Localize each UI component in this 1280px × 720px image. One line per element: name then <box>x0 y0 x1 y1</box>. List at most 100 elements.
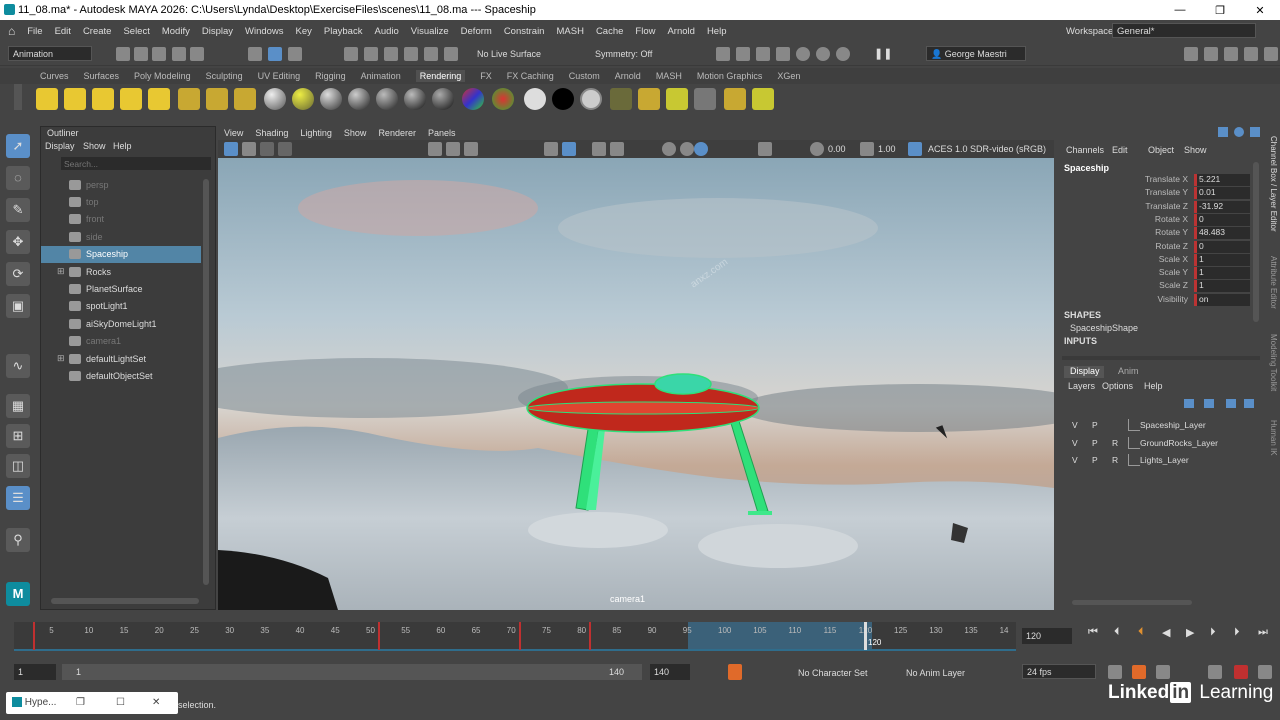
menu-audio[interactable]: Audio <box>374 26 398 37</box>
outliner-item[interactable]: front <box>41 211 201 228</box>
xray-icon[interactable] <box>758 142 772 156</box>
select-camera-icon[interactable] <box>224 142 238 156</box>
keyframe-tick[interactable] <box>378 622 380 650</box>
lambert-sphere-icon[interactable] <box>320 88 342 110</box>
menu-create[interactable]: Create <box>83 26 112 37</box>
two-view-icon[interactable]: ◫ <box>6 454 30 478</box>
phong-sphere-icon[interactable] <box>348 88 370 110</box>
outliner-item[interactable]: persp <box>41 176 201 193</box>
channel-row[interactable]: Rotate Y 48.483 <box>1062 227 1252 240</box>
menu-edit[interactable]: Edit <box>55 26 71 37</box>
snap-vertex-icon[interactable] <box>444 47 458 61</box>
current-frame-field[interactable]: 120 <box>1022 628 1072 644</box>
channel-row[interactable]: Rotate Z 0 <box>1062 240 1252 254</box>
channels-menu-channels[interactable]: Channels <box>1066 145 1104 155</box>
menu-file[interactable]: File <box>27 26 42 37</box>
layers-menu-options[interactable]: Options <box>1102 381 1133 391</box>
volume-light-icon[interactable] <box>178 88 200 110</box>
ambient-light-icon[interactable] <box>36 88 58 110</box>
menu-help[interactable]: Help <box>707 26 727 37</box>
single-view-icon[interactable]: ▦ <box>6 394 30 418</box>
channel-label[interactable]: Rotate Y <box>1155 227 1188 237</box>
menu-windows[interactable]: Windows <box>245 26 284 37</box>
menu-playback[interactable]: Playback <box>324 26 363 37</box>
step-forward-key-icon[interactable]: ⏵ <box>1234 626 1240 639</box>
redo-icon[interactable] <box>190 47 204 61</box>
step-back-frame-icon[interactable]: ⏴ <box>1138 626 1144 639</box>
menu-deform[interactable]: Deform <box>461 26 492 37</box>
current-time-marker[interactable] <box>864 622 867 650</box>
layers-hscrollbar[interactable] <box>1072 600 1192 605</box>
layer-row[interactable]: V P R GroundRocks_Layer <box>1068 436 1258 451</box>
paint-select-icon[interactable]: ✎ <box>6 198 30 222</box>
layout-icon[interactable] <box>1264 47 1278 61</box>
viewport-menu-panels[interactable]: Panels <box>428 128 456 138</box>
render-view-icon[interactable] <box>716 47 730 61</box>
shelf-tab-fx[interactable]: FX <box>480 71 492 81</box>
snap-surface-icon[interactable] <box>424 47 438 61</box>
layer-tab-display[interactable]: Display <box>1064 366 1104 378</box>
taskbar-restore-icon[interactable]: ❐ <box>76 697 85 708</box>
outliner-menu-show[interactable]: Show <box>83 141 106 151</box>
go-to-start-icon[interactable]: ⏮ <box>1088 626 1098 639</box>
point-light-icon[interactable] <box>92 88 114 110</box>
viewport-menu-renderer[interactable]: Renderer <box>378 128 416 138</box>
menu-visualize[interactable]: Visualize <box>411 26 449 37</box>
shadows-icon[interactable] <box>662 142 676 156</box>
curve-tool-icon[interactable]: ∿ <box>6 354 30 378</box>
black-swatch-icon[interactable] <box>552 88 574 110</box>
character-set-dropdown[interactable]: No Character Set <box>798 668 868 678</box>
keyframe-tick[interactable] <box>518 622 521 650</box>
outliner-item[interactable]: ⊞ defaultLightSet <box>41 350 201 367</box>
keyframe-tick[interactable] <box>33 622 36 650</box>
arnold-ipr-icon[interactable] <box>836 47 850 61</box>
channel-row[interactable]: Scale X 1 <box>1062 253 1252 267</box>
expand-icon[interactable]: ⊞ <box>57 353 65 364</box>
channel-row[interactable]: Translate X 5.221 <box>1062 174 1252 187</box>
new-layer-icon[interactable] <box>1226 399 1236 408</box>
shelf-tab-custom[interactable]: Custom <box>569 71 600 81</box>
render-check-icon[interactable] <box>752 88 774 110</box>
shelf-tab-xgen[interactable]: XGen <box>777 71 800 81</box>
go-to-end-icon[interactable]: ⏭ <box>1258 626 1268 639</box>
channel-value-field[interactable]: 1 <box>1194 253 1250 266</box>
view-transform-dropdown[interactable]: ACES 1.0 SDR-video (sRGB) <box>928 144 1046 154</box>
channel-value-field[interactable]: 48.483 <box>1194 227 1250 240</box>
outliner-item[interactable]: side <box>41 228 201 245</box>
menu-select[interactable]: Select <box>123 26 149 37</box>
move-tool-icon[interactable]: ✥ <box>6 230 30 254</box>
layered-shader-icon[interactable] <box>462 88 484 110</box>
move-layer-down-icon[interactable] <box>1204 399 1214 408</box>
maximize-button[interactable]: ❐ <box>1200 0 1240 20</box>
time-slider[interactable]: 5 10 15 20 25 30 35 40 45 50 55 60 65 70 75 80 85 90 95 100… <box>0 618 1020 654</box>
ipr-render-icon[interactable] <box>756 47 770 61</box>
four-view-icon[interactable]: ⊞ <box>6 424 30 448</box>
render-settings-icon[interactable] <box>776 47 790 61</box>
shelf-tab-motion-graphics[interactable]: Motion Graphics <box>697 71 763 81</box>
arnold-render-icon[interactable] <box>816 47 830 61</box>
outliner-search-input[interactable] <box>61 157 211 170</box>
channel-box-mode-icon[interactable] <box>1234 127 1244 137</box>
play-backward-icon[interactable]: ◀ <box>1162 626 1170 639</box>
light-break-icon[interactable] <box>694 88 716 110</box>
menu-key[interactable]: Key <box>296 26 312 37</box>
anim-prefs-icon[interactable] <box>1258 665 1272 679</box>
snap-curve-icon[interactable] <box>364 47 378 61</box>
channels-menu-show[interactable]: Show <box>1184 145 1207 155</box>
color-wheel-icon[interactable] <box>492 88 514 110</box>
graph-editor-icon[interactable] <box>1156 665 1170 679</box>
live-surface-field[interactable]: No Live Surface <box>477 49 541 59</box>
snap-grid-icon[interactable] <box>344 47 358 61</box>
snap-view-icon[interactable] <box>404 47 418 61</box>
channels-menu-edit[interactable]: Edit <box>1112 145 1128 155</box>
menu-constrain[interactable]: Constrain <box>504 26 545 37</box>
outliner-item[interactable]: camera1 <box>41 333 201 350</box>
layer-name[interactable]: GroundRocks_Layer <box>1140 438 1218 448</box>
channels-menu-object[interactable]: Object <box>1148 145 1174 155</box>
side-tab-channel-box[interactable]: Channel Box / Layer Editor <box>1266 136 1278 266</box>
select-component-icon[interactable] <box>288 47 302 61</box>
range-end-field[interactable]: 140 <box>650 664 690 680</box>
loop-icon[interactable] <box>1108 665 1122 679</box>
channel-label[interactable]: Translate X <box>1145 174 1188 184</box>
channel-value-field[interactable]: 0 <box>1194 240 1250 253</box>
